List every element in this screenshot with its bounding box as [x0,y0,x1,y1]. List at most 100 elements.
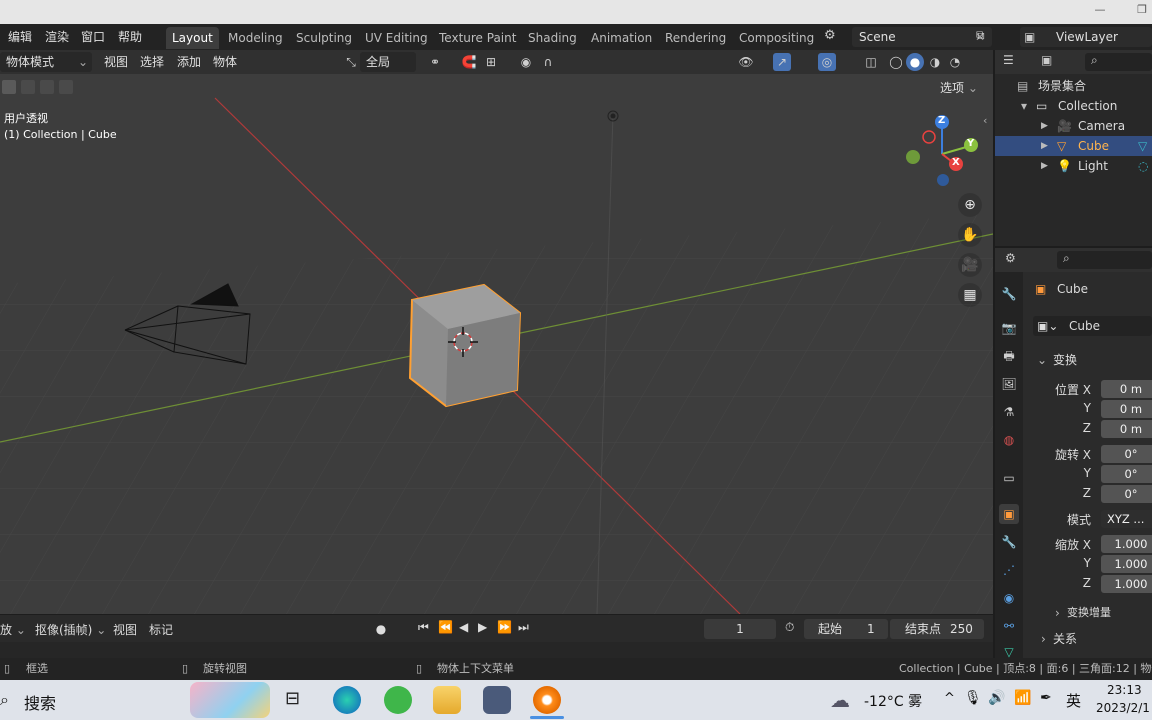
app-green-icon[interactable] [384,686,412,714]
properties-search-input[interactable]: ⌕ [1057,251,1152,269]
object-name-field[interactable]: ▣⌄ Cube [1033,316,1152,336]
speaker-icon[interactable]: 🔊 [988,690,1005,706]
expand-arrow-icon[interactable]: ▾ [1021,96,1027,116]
falloff-icon[interactable]: ∩ [539,53,557,71]
viewlayer-selector[interactable]: ▣ ViewLayer [1020,27,1152,47]
clock-date[interactable]: 2023/2/1 [1096,701,1150,715]
light-data-icon[interactable]: ◌ [1138,156,1148,176]
file-explorer-icon[interactable] [433,686,461,714]
select-mode-buttons[interactable] [0,80,76,96]
location-y-field[interactable]: 0 m [1101,400,1152,418]
jump-end-icon[interactable]: ⏭ [518,620,529,635]
wifi-icon[interactable]: 📶 [1014,690,1031,706]
pivot-icon[interactable]: ⚭ [426,53,444,71]
mesh-data-icon[interactable]: ▽ [1138,136,1147,156]
display-mode-icon[interactable]: ▣ [1041,53,1052,67]
scale-x-field[interactable]: 1.000 [1101,535,1152,553]
next-keyframe-icon[interactable]: ⏩ [497,620,512,634]
relations-header[interactable]: › 关系 [1023,629,1152,649]
editor-type-icon[interactable]: ⚙ [1005,251,1016,265]
outliner-search-input[interactable]: ⌕ [1085,53,1152,71]
tab-layout[interactable]: Layout [166,27,219,49]
scene-collection-row[interactable]: ▤ 场景集合 [995,76,1152,96]
select-extend-icon[interactable] [21,80,35,94]
weather-text[interactable]: -12°C 雾 [864,691,922,711]
proportional-edit-icon[interactable]: ◉ [517,53,535,71]
pen-icon[interactable]: ✒ [1040,690,1052,706]
menu-edit[interactable]: 编辑 [8,28,32,46]
rotation-mode-dropdown[interactable]: XYZ ... [1101,510,1152,528]
collection-tab-icon[interactable]: ▭ [999,468,1019,488]
outliner-item-camera[interactable]: ▶ 🎥 Camera [995,116,1152,136]
chevron-up-icon[interactable]: ^ [944,691,955,706]
collection-row[interactable]: ▾ ▭ Collection [995,96,1152,116]
tab-uv-editing[interactable]: UV Editing [359,27,434,49]
options-dropdown[interactable]: 选项 ⌄ [940,79,978,97]
app-gamepad-icon[interactable] [483,686,511,714]
location-z-field[interactable]: 0 m [1101,420,1152,438]
ortho-grid-icon[interactable]: ▦ [958,283,982,307]
snap-icon[interactable]: 🧲 [460,53,478,71]
scale-z-field[interactable]: 1.000 [1101,575,1152,593]
tab-rendering[interactable]: Rendering [659,27,732,49]
tab-animation[interactable]: Animation [585,27,658,49]
scene-icon[interactable]: ⚙ [824,28,844,46]
clock-time[interactable]: 23:13 [1107,683,1142,697]
menu-window[interactable]: 窗口 [81,28,105,46]
rotation-x-field[interactable]: 0° [1101,445,1152,463]
timeline-ruler[interactable] [0,642,993,658]
tab-shading[interactable]: Shading [522,27,583,49]
editor-type-icon[interactable]: ☰ [1003,53,1014,67]
tab-compositing[interactable]: Compositing [733,27,820,49]
search-highlight-image[interactable] [190,682,270,718]
camera-view-icon[interactable]: 🎥 [958,253,982,277]
menu-render[interactable]: 渲染 [45,28,69,46]
select-new-icon[interactable] [2,80,16,94]
outliner-item-cube[interactable]: ▶ ▽ Cube ▽ [995,136,1152,156]
world-tab-icon[interactable]: ◍ [999,430,1019,450]
maximize-icon[interactable]: ❐ [1136,4,1148,16]
expand-arrow-icon[interactable]: ▶ [1041,136,1048,156]
select-subtract-icon[interactable] [40,80,54,94]
search-icon[interactable]: ⌕ [0,690,9,710]
overlay-toggle-icon[interactable]: ◎ [818,53,836,71]
data-tab-icon[interactable]: ▽ [999,642,1019,662]
record-icon[interactable]: ● [372,620,390,638]
scene-tab-icon[interactable]: ⚗ [999,402,1019,422]
shading-material-icon[interactable]: ◑ [926,53,944,71]
shading-rendered-icon[interactable]: ◔ [946,53,964,71]
physics-tab-icon[interactable]: ◉ [999,588,1019,608]
copy-scene-icon[interactable]: ⧉ [976,28,985,43]
pan-hand-icon[interactable]: ✋ [958,223,982,247]
output-tab-icon[interactable]: 🖶 [999,346,1019,366]
gizmo-z-label[interactable]: Z [938,115,945,126]
modifier-tab-icon[interactable]: 🔧 [999,532,1019,552]
snap-target-icon[interactable]: ⊞ [482,53,500,71]
constraints-tab-icon[interactable]: ⚯ [999,616,1019,636]
menu-select[interactable]: 选择 [140,52,164,72]
menu-help[interactable]: 帮助 [118,28,142,46]
minimize-icon[interactable]: — [1094,4,1106,16]
shading-solid-icon[interactable]: ● [906,53,924,71]
location-x-field[interactable]: 0 m [1101,380,1152,398]
end-frame-field[interactable]: 结束点 250 [890,619,984,639]
shading-wireframe-icon[interactable]: ◯ [887,53,905,71]
sidebar-toggle-icon[interactable]: ‹ [983,114,987,127]
gizmo-y-label[interactable]: Y [967,138,974,149]
object-tab-icon[interactable]: ▣ [999,504,1019,524]
edge-browser-icon[interactable] [333,686,361,714]
play-reverse-icon[interactable]: ◀ [459,620,468,634]
tab-texture-paint[interactable]: Texture Paint [433,27,522,49]
timeline-view-menu[interactable]: 视图 [113,621,137,638]
expand-arrow-icon[interactable]: ▶ [1041,156,1048,176]
expand-arrow-icon[interactable]: ▶ [1041,116,1048,136]
menu-add[interactable]: 添加 [177,52,201,72]
view-layer-tab-icon[interactable]: 🖼 [999,374,1019,394]
timer-icon[interactable]: ⏱ [785,620,794,635]
delta-transform-header[interactable]: › 变换增量 [1023,603,1152,623]
menu-object[interactable]: 物体 [213,52,237,72]
playback-dropdown[interactable]: 放 ⌄ [0,621,26,638]
play-icon[interactable]: ▶ [478,620,487,634]
microphone-icon[interactable]: 🎙 [964,690,982,706]
timeline-marker-menu[interactable]: 标记 [149,621,173,638]
